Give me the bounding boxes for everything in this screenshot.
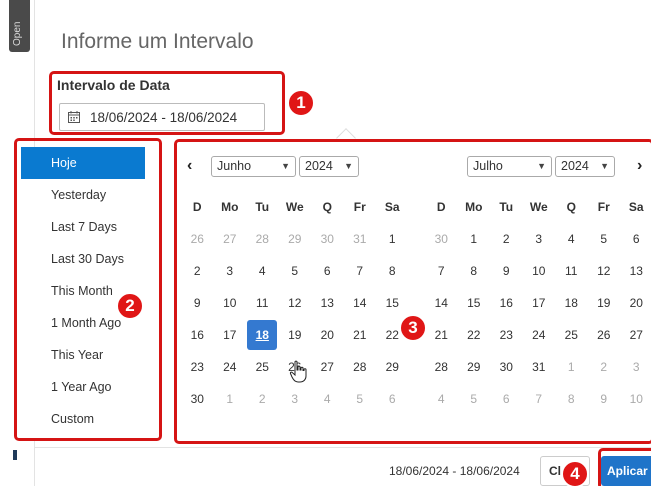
date-range-modal: Informe um Intervalo Intervalo de Data 1… <box>14 0 651 486</box>
annotation-badge-2: 2 <box>116 292 144 320</box>
sidebar-marker <box>13 450 17 460</box>
annotation-badge-1: 1 <box>287 89 315 117</box>
annotation-box-2 <box>14 138 162 441</box>
page: Open Informe um Intervalo Intervalo de D… <box>0 0 651 486</box>
annotation-badge-3: 3 <box>399 314 427 342</box>
hand-cursor-icon <box>289 360 307 383</box>
annotation-box-4 <box>598 448 651 486</box>
modal-footer: 18/06/2024 - 18/06/2024 Cl Aplicar <box>35 447 651 486</box>
open-tab-label: Open <box>12 21 23 46</box>
open-tab[interactable]: Open <box>9 0 30 52</box>
annotation-badge-4: 4 <box>561 460 589 486</box>
annotation-box-1 <box>49 71 285 135</box>
modal-title: Informe um Intervalo <box>61 30 254 53</box>
selected-range-text: 18/06/2024 - 18/06/2024 <box>389 464 520 478</box>
annotation-box-3 <box>174 139 651 444</box>
